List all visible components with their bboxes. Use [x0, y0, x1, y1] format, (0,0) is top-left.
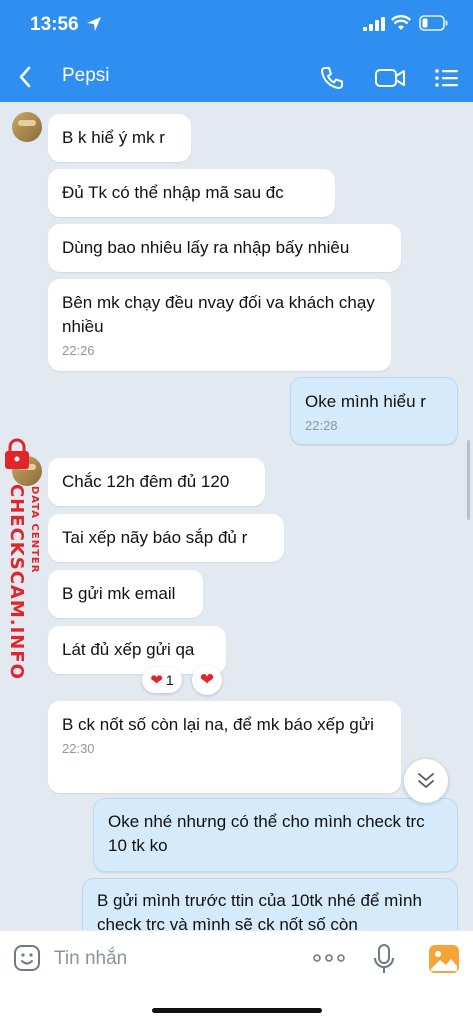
double-chevron-down-icon	[418, 773, 434, 789]
wifi-icon	[391, 15, 411, 30]
scrollbar[interactable]	[467, 440, 470, 520]
heart-reaction-icon: ❤	[150, 672, 163, 689]
message-bubble[interactable]: Dùng bao nhiêu lấy ra nhập bấy nhiêu	[48, 224, 401, 272]
home-indicator	[152, 1008, 322, 1013]
back-arrow-icon[interactable]	[14, 62, 40, 92]
heart-icon: ❤	[199, 670, 215, 689]
sticker-smiley-icon[interactable]	[12, 943, 42, 973]
phone-call-icon[interactable]	[318, 64, 346, 92]
message-bubble[interactable]: B ck nốt số còn lại na, để mk báo xếp gử…	[48, 701, 401, 793]
scroll-to-bottom-button[interactable]	[404, 759, 448, 803]
watermark: CHECKSCAM.INFO DATA CENTER	[0, 438, 44, 680]
reaction-summary[interactable]: ❤ 1	[142, 667, 182, 693]
list-menu-icon[interactable]	[434, 64, 460, 92]
message-text: Dùng bao nhiêu lấy ra nhập bấy nhiêu	[62, 238, 350, 257]
my-message-bubble[interactable]: Oke mình hiểu r 22:28	[290, 377, 458, 445]
message-text: Lát đủ xếp gửi qa	[62, 640, 195, 659]
reaction-count: 1	[165, 672, 174, 688]
message-timestamp: 22:30	[62, 741, 95, 756]
message-bubble[interactable]: B gửi mk email	[48, 570, 203, 618]
watermark-brand: CHECKSCAM.INFO	[6, 484, 27, 680]
message-list[interactable]: B k hiể ý mk r Đủ Tk có thể nhập mã sau …	[0, 102, 473, 930]
contact-name[interactable]: Pepsi	[62, 65, 110, 87]
location-arrow-icon	[87, 17, 101, 31]
message-text: Bên mk chạy đều nvay đối va khách chạy n…	[62, 293, 375, 336]
message-timestamp: 22:28	[305, 418, 338, 433]
chat-header: Pepsi	[0, 52, 473, 102]
message-text: Tai xếp nãy báo sắp đủ r	[62, 528, 248, 547]
message-bubble[interactable]: Chắc 12h đêm đủ 120	[48, 458, 265, 506]
message-text: B gửi mình trước ttin của 10tk nhé để mì…	[97, 891, 422, 930]
microphone-icon[interactable]	[372, 943, 396, 975]
message-bubble[interactable]: Đủ Tk có thể nhập mã sau đc	[48, 169, 335, 217]
my-message-bubble[interactable]: B gửi mình trước ttin của 10tk nhé để mì…	[82, 878, 458, 930]
message-text: B k hiể ý mk r	[62, 128, 165, 147]
video-call-icon[interactable]	[374, 64, 406, 92]
message-text: B gửi mk email	[62, 584, 176, 603]
message-text: Chắc 12h đêm đủ 120	[62, 472, 230, 491]
add-reaction-button[interactable]: ❤	[192, 665, 222, 695]
my-message-bubble[interactable]: Oke nhé nhưng có thể cho mình check trc …	[93, 798, 458, 872]
lock-icon	[5, 438, 29, 469]
more-options-icon[interactable]	[312, 948, 346, 968]
message-text: B ck nốt số còn lại na, để mk báo xếp gử…	[62, 715, 374, 734]
cellular-signal-icon	[363, 17, 385, 31]
message-text: Oke nhé nhưng có thể cho mình check trc …	[108, 812, 425, 855]
message-bubble[interactable]: Tai xếp nãy báo sắp đủ r	[48, 514, 284, 562]
status-time: 13:56	[30, 14, 79, 35]
message-timestamp: 22:26	[62, 343, 95, 358]
status-bar: 13:56	[0, 0, 473, 52]
message-bubble[interactable]: Bên mk chạy đều nvay đối va khách chạy n…	[48, 279, 391, 371]
watermark-subtitle: DATA CENTER	[29, 486, 40, 574]
message-input[interactable]: Tin nhắn	[54, 948, 127, 970]
image-gallery-icon[interactable]	[428, 944, 460, 974]
battery-icon	[419, 15, 448, 31]
message-text: Oke mình hiểu r	[305, 392, 426, 411]
message-text: Đủ Tk có thể nhập mã sau đc	[62, 183, 284, 202]
message-bubble[interactable]: B k hiể ý mk r	[48, 114, 191, 162]
contact-avatar[interactable]	[12, 112, 42, 142]
